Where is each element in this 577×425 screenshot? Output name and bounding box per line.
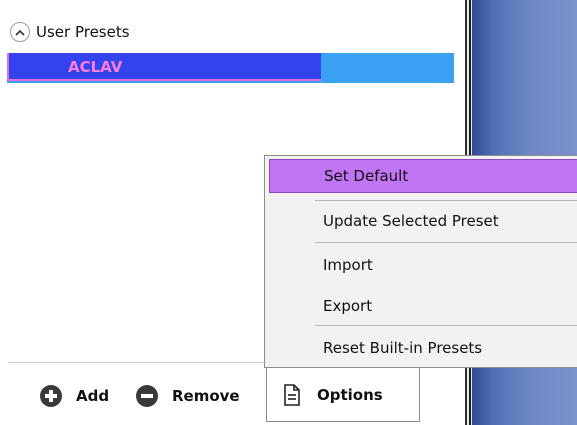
preset-group-header[interactable]: User Presets (10, 20, 130, 44)
menu-item-set-default[interactable]: Set Default (269, 159, 577, 193)
chevron-up-icon[interactable] (10, 22, 30, 42)
preset-item-aclav[interactable]: ACLAV (7, 53, 454, 83)
menu-item-export[interactable]: Export (269, 289, 577, 323)
minus-circle-icon (136, 385, 158, 407)
menu-item-label: Reset Built-in Presets (323, 339, 483, 357)
menu-item-label: Set Default (324, 167, 409, 185)
menu-item-update-selected-preset[interactable]: Update Selected Preset (269, 204, 577, 238)
menu-separator (315, 325, 577, 326)
menu-separator (315, 200, 577, 201)
preset-group-label: User Presets (36, 23, 130, 41)
menu-item-label: Export (323, 297, 373, 315)
options-button[interactable]: Options (266, 368, 420, 422)
options-menu: Set Default Update Selected Preset Impor… (264, 155, 577, 368)
menu-separator (315, 242, 577, 243)
plus-circle-icon (40, 385, 62, 407)
document-icon (283, 383, 301, 406)
menu-item-label: Update Selected Preset (323, 212, 499, 230)
preset-item-label: ACLAV (68, 58, 123, 76)
menu-item-reset-built-in-presets[interactable]: Reset Built-in Presets (269, 331, 577, 365)
menu-item-import[interactable]: Import (269, 248, 577, 282)
add-button[interactable]: Add (40, 385, 109, 407)
remove-button[interactable]: Remove (136, 385, 240, 407)
options-button-label: Options (317, 385, 383, 404)
preset-selection-highlight (7, 53, 321, 81)
remove-button-label: Remove (172, 387, 240, 405)
menu-item-label: Import (323, 256, 373, 274)
add-button-label: Add (76, 387, 110, 405)
